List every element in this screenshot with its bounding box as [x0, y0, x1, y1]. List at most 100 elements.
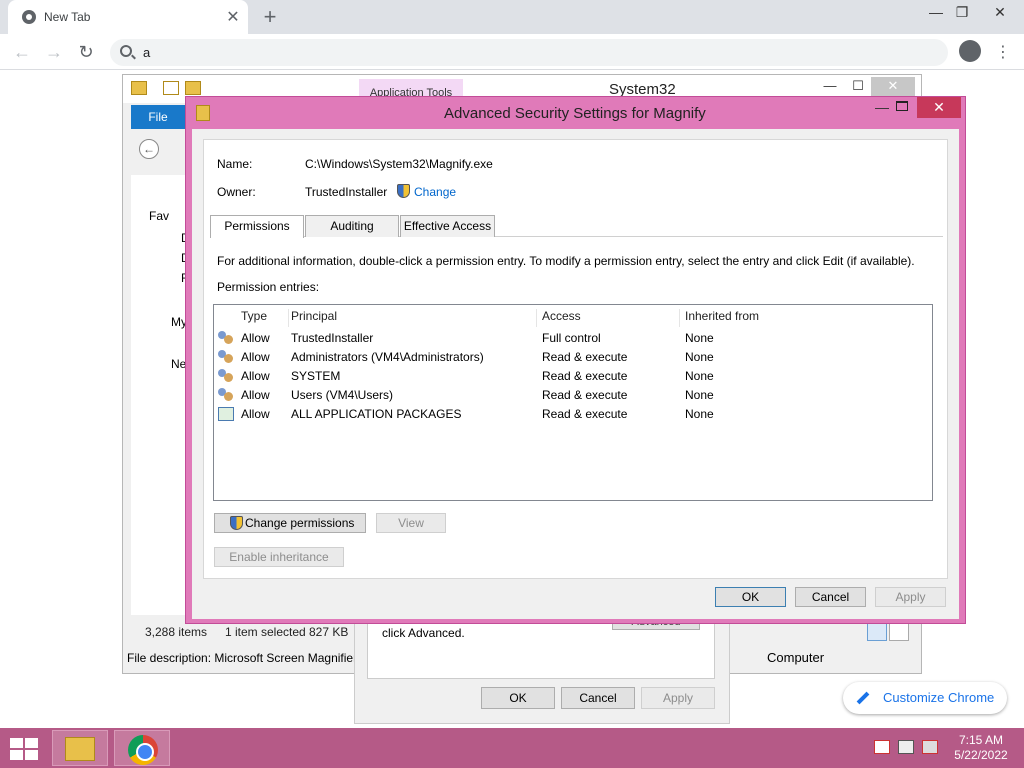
column-access[interactable]: Access	[542, 309, 680, 327]
table-row[interactable]: Allow Administrators (VM4\Administrators…	[214, 348, 932, 367]
ok-button[interactable]: OK	[715, 587, 786, 607]
table-row[interactable]: Allow TrustedInstaller Full control None	[214, 329, 932, 348]
details-view-icon[interactable]	[867, 623, 887, 641]
tab-close-icon[interactable]: ✕	[224, 7, 242, 27]
back-button[interactable]: ←	[10, 40, 34, 64]
users-icon	[218, 388, 234, 402]
properties-dialog: click Advanced. Advanced OK Cancel Apply	[354, 612, 730, 724]
taskbar	[0, 728, 1024, 768]
cell-inherited: None	[685, 350, 714, 364]
cell-principal: SYSTEM	[291, 369, 341, 383]
properties-hint: click Advanced.	[382, 626, 465, 640]
action-center-flag-icon[interactable]	[874, 740, 890, 754]
table-row[interactable]: Allow SYSTEM Read & execute None	[214, 367, 932, 386]
column-inherited-from[interactable]: Inherited from	[685, 309, 931, 327]
cell-access: Read & execute	[542, 369, 628, 383]
windows-start-icon[interactable]	[10, 738, 38, 760]
browser-minimize-button[interactable]: —	[922, 4, 950, 20]
status-item-count: 3,288 items	[145, 625, 208, 639]
browser-toolbar: ← → ↻ a	[0, 34, 1024, 70]
cell-type: Allow	[241, 331, 270, 345]
cell-type: Allow	[241, 369, 270, 383]
tab-new-tab[interactable]: New Tab ✕	[8, 0, 248, 34]
volume-muted-icon[interactable]	[922, 740, 938, 754]
chrome-icon	[128, 735, 158, 765]
clock-time: 7:15 AM	[958, 733, 1004, 747]
network-icon[interactable]	[898, 740, 914, 754]
cell-type: Allow	[241, 350, 270, 364]
cell-access: Read & execute	[542, 388, 628, 402]
cell-principal: TrustedInstaller	[291, 331, 374, 345]
view-button[interactable]: View	[376, 513, 446, 533]
dialog-maximize-button[interactable]	[896, 101, 908, 111]
cell-inherited: None	[685, 388, 714, 402]
cell-access: Full control	[542, 331, 601, 345]
change-owner-link[interactable]: Change	[414, 185, 456, 199]
cell-principal: Administrators (VM4\Administrators)	[291, 350, 484, 364]
cell-inherited: None	[685, 369, 714, 383]
search-icon	[120, 45, 132, 57]
tab-permissions[interactable]: Permissions	[210, 215, 304, 238]
dialog-close-button[interactable]: ✕	[917, 97, 961, 118]
cancel-button[interactable]: Cancel	[795, 587, 866, 607]
change-permissions-button[interactable]: Change permissions	[214, 513, 366, 533]
table-row[interactable]: Allow Users (VM4\Users) Read & execute N…	[214, 386, 932, 405]
status-selected: 1 item selected	[225, 625, 306, 639]
folder-icon	[196, 105, 210, 121]
browser-tabstrip: New Tab ✕ + — ❐ ✕	[0, 0, 1024, 34]
clock-date: 5/22/2022	[954, 748, 1008, 762]
customize-chrome-label: Customize Chrome	[883, 690, 995, 705]
properties-cancel-button[interactable]: Cancel	[561, 687, 635, 709]
permission-entries-list[interactable]: Type Principal Access Inherited from All…	[213, 304, 933, 501]
chrome-menu-icon[interactable]: ⋮	[995, 42, 1011, 62]
tree-favorites[interactable]: Fav	[149, 209, 169, 223]
cell-type: Allow	[241, 407, 270, 421]
new-tab-button[interactable]: +	[258, 4, 282, 30]
navigation-pane: Fav D D R My Ne	[131, 175, 190, 615]
cell-inherited: None	[685, 407, 714, 421]
owner-label: Owner:	[217, 185, 256, 199]
taskbar-file-explorer[interactable]	[52, 730, 108, 766]
cell-principal: Users (VM4\Users)	[291, 388, 394, 402]
uac-shield-icon	[397, 184, 410, 198]
large-icons-view-icon[interactable]	[889, 623, 909, 641]
cell-access: Read & execute	[542, 350, 628, 364]
change-permissions-label: Change permissions	[245, 516, 355, 530]
dialog-body: Name: C:\Windows\System32\Magnify.exe Ow…	[192, 129, 959, 619]
dialog-title: Advanced Security Settings for Magnify	[444, 105, 706, 122]
explorer-close-button[interactable]: ✕	[871, 77, 915, 97]
address-bar[interactable]: a	[110, 39, 948, 66]
browser-restore-button[interactable]: ❐	[948, 4, 976, 21]
forward-button[interactable]: →	[42, 40, 66, 64]
explorer-back-button[interactable]: ←	[139, 139, 159, 159]
tab-auditing[interactable]: Auditing	[305, 215, 399, 237]
new-folder-icon[interactable]	[185, 81, 201, 95]
users-icon	[218, 350, 234, 364]
customize-chrome-button[interactable]: Customize Chrome	[843, 682, 1007, 714]
tab-title: New Tab	[44, 10, 91, 24]
tab-effective-access[interactable]: Effective Access	[400, 215, 495, 237]
users-icon	[218, 331, 234, 345]
column-principal[interactable]: Principal	[291, 309, 537, 327]
properties-ok-button[interactable]: OK	[481, 687, 555, 709]
dialog-tabs: Permissions Auditing Effective Access	[210, 215, 943, 238]
taskbar-chrome[interactable]	[114, 730, 170, 766]
cell-principal: ALL APPLICATION PACKAGES	[291, 407, 462, 421]
column-type[interactable]: Type	[241, 309, 289, 327]
file-tab[interactable]: File	[131, 105, 185, 129]
explorer-maximize-button[interactable]: ☐	[841, 77, 875, 97]
name-label: Name:	[217, 157, 253, 171]
properties-apply-button[interactable]: Apply	[641, 687, 715, 709]
table-row[interactable]: Allow ALL APPLICATION PACKAGES Read & ex…	[214, 405, 932, 424]
enable-inheritance-button[interactable]: Enable inheritance	[214, 547, 344, 567]
pencil-icon	[856, 691, 870, 705]
properties-icon[interactable]	[163, 81, 179, 95]
taskbar-clock[interactable]: 7:15 AM 5/22/2022	[946, 733, 1016, 763]
profile-avatar-icon[interactable]	[959, 40, 981, 62]
address-input[interactable]: a	[143, 45, 150, 60]
reload-button[interactable]: ↻	[74, 40, 98, 64]
dialog-minimize-button[interactable]: —	[870, 99, 894, 117]
browser-close-button[interactable]: ✕	[986, 4, 1014, 21]
status-computer: Computer	[767, 650, 825, 665]
apply-button[interactable]: Apply	[875, 587, 946, 607]
